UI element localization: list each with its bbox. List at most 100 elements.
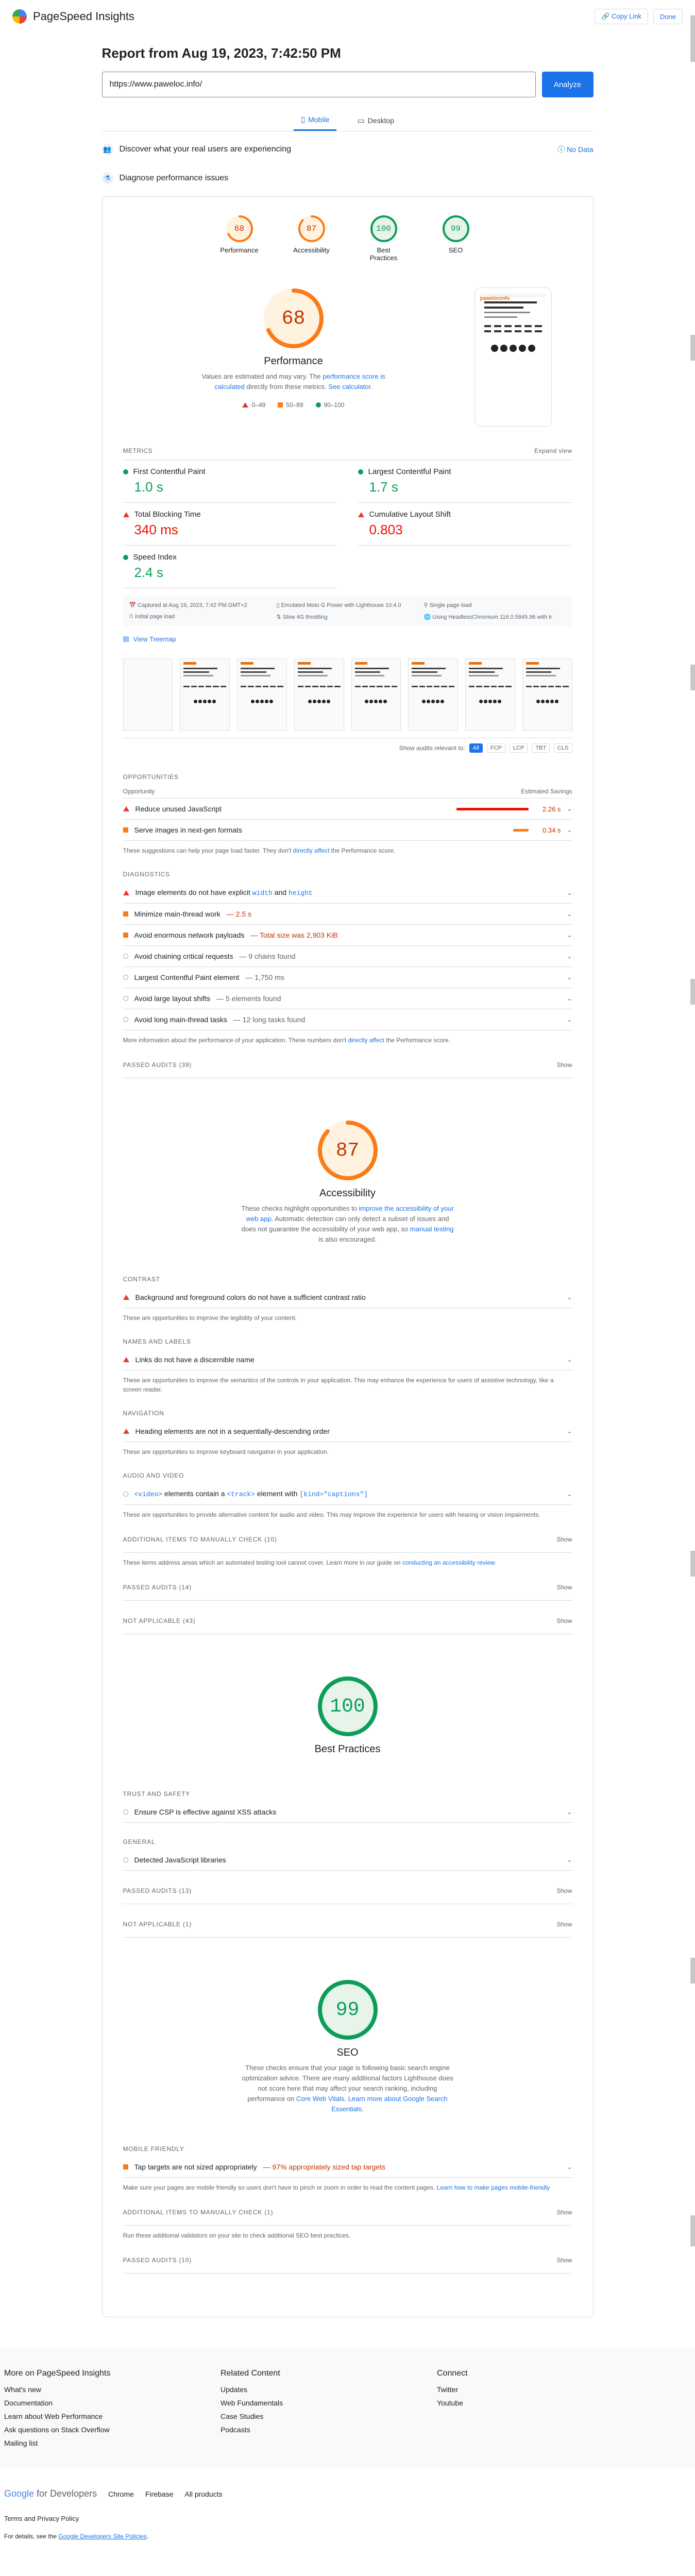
footer-bar-link[interactable]: Chrome xyxy=(108,2490,134,2498)
footer-link[interactable]: Ask questions on Stack Overflow xyxy=(4,2426,221,2434)
seo-audit-row[interactable]: Tap targets are not sized appropriately … xyxy=(123,2157,572,2178)
show-link[interactable]: Show xyxy=(556,1061,572,1069)
footer-bar-link[interactable]: All products xyxy=(184,2490,222,2498)
see-calculator-link[interactable]: See calculator. xyxy=(328,383,372,391)
show-link[interactable]: Show xyxy=(556,2257,572,2264)
scrollbar-track[interactable] xyxy=(690,15,695,62)
footer-link[interactable]: Updates xyxy=(221,2385,437,2394)
chevron-down-icon[interactable]: ⌄ xyxy=(567,1856,572,1863)
show-link[interactable]: Show xyxy=(556,1584,572,1591)
info-text: Slow 4G throttling xyxy=(282,614,328,620)
filter-chip-cls[interactable]: CLS xyxy=(554,743,572,753)
show-link[interactable]: Show xyxy=(556,1617,572,1624)
footer-link[interactable]: Youtube xyxy=(437,2399,653,2407)
not-applicable-toggle[interactable]: NOT APPLICABLE (1) Show xyxy=(123,1911,572,1938)
diagnostic-row[interactable]: Minimize main-thread work — 2.5 s ⌄ xyxy=(123,904,572,925)
directly-affect-link[interactable]: directly affect xyxy=(348,1037,384,1044)
diagnostic-row[interactable]: Avoid long main-thread tasks — 12 long t… xyxy=(123,1009,572,1030)
footer-link[interactable]: What's new xyxy=(4,2385,221,2394)
bp-audit-row[interactable]: Ensure CSP is effective against XSS atta… xyxy=(123,1802,572,1823)
chevron-down-icon[interactable]: ⌄ xyxy=(567,1808,572,1816)
tab-desktop[interactable]: ▭ Desktop xyxy=(350,110,401,131)
diagnostic-row[interactable]: Image elements do not have explicit widt… xyxy=(123,882,572,904)
show-link[interactable]: Show xyxy=(556,2209,572,2216)
a11y-audit-row[interactable]: Heading elements are not in a sequential… xyxy=(123,1421,572,1442)
directly-affect-link[interactable]: directly affect xyxy=(293,847,329,854)
footer-link[interactable]: Documentation xyxy=(4,2399,221,2407)
no-data-link[interactable]: ⓘ No Data xyxy=(557,144,593,155)
view-treemap-button[interactable]: ▤ View Treemap xyxy=(123,635,572,643)
a11y-audit-row[interactable]: Background and foreground colors do not … xyxy=(123,1287,572,1308)
passed-audits-toggle[interactable]: PASSED AUDITS (13) Show xyxy=(123,1878,572,1904)
opportunity-row[interactable]: Serve images in next-gen formats 0.34 s ⌄ xyxy=(123,820,572,841)
chevron-down-icon[interactable]: ⌄ xyxy=(567,974,572,981)
chevron-down-icon[interactable]: ⌄ xyxy=(567,805,572,812)
field-data-section[interactable]: 👥 Discover what your real users are expe… xyxy=(101,131,594,160)
show-link[interactable]: Show xyxy=(556,1536,572,1543)
chevron-down-icon[interactable]: ⌄ xyxy=(567,910,572,918)
a11y-audit-row[interactable]: <video> elements contain a <track> eleme… xyxy=(123,1483,572,1505)
footer-link[interactable]: Case Studies xyxy=(221,2412,437,2420)
accessibility-review-link[interactable]: conducting an accessibility review xyxy=(402,1559,495,1566)
footer-link[interactable]: Learn about Web Performance xyxy=(4,2412,221,2420)
passed-audits-toggle[interactable]: PASSED AUDITS (14) Show xyxy=(123,1574,572,1601)
chevron-down-icon[interactable]: ⌄ xyxy=(567,1428,572,1435)
filter-chip-lcp[interactable]: LCP xyxy=(509,743,528,753)
chevron-down-icon[interactable]: ⌄ xyxy=(567,889,572,896)
diagnose-section[interactable]: ⚗ Diagnose performance issues xyxy=(101,160,594,189)
search-essentials-link[interactable]: Learn more about Google Search Essential… xyxy=(331,2095,448,2113)
terms-link[interactable]: Terms and Privacy Policy xyxy=(4,2515,79,2522)
expand-view-toggle[interactable]: Expand view xyxy=(534,447,572,454)
footer-link[interactable]: Twitter xyxy=(437,2385,653,2394)
google-developers-logo[interactable]: Google for Developers xyxy=(4,2488,97,2499)
chevron-down-icon[interactable]: ⌄ xyxy=(567,2163,572,2171)
chevron-down-icon[interactable]: ⌄ xyxy=(567,1016,572,1023)
analyze-button[interactable]: Analyze xyxy=(541,72,594,97)
filmstrip-frame xyxy=(408,658,458,731)
footer-link[interactable]: Web Fundamentals xyxy=(221,2399,437,2407)
diagnostic-row[interactable]: Largest Contentful Paint element — 1,750… xyxy=(123,967,572,988)
manual-check-toggle[interactable]: ADDITIONAL ITEMS TO MANUALLY CHECK (1) Sh… xyxy=(123,2199,572,2226)
copy-link-button[interactable]: 🔗 Copy Link xyxy=(595,9,648,24)
opportunity-row[interactable]: Reduce unused JavaScript 2.26 s ⌄ xyxy=(123,799,572,820)
site-policies-link[interactable]: Google Developers Site Policies xyxy=(58,2533,146,2540)
footer-bar-link[interactable]: Firebase xyxy=(145,2490,173,2498)
diagnostic-row[interactable]: Avoid enormous network payloads — Total … xyxy=(123,925,572,946)
footer-link[interactable]: Podcasts xyxy=(221,2426,437,2434)
filter-chip-all[interactable]: All xyxy=(469,743,483,753)
passed-audits-toggle[interactable]: PASSED AUDITS (39) Show xyxy=(123,1052,572,1078)
diagnostic-note: — Total size was 2,903 KiB xyxy=(250,931,338,939)
score-gauges: 68 Performance 87 Accessibility 100 Best Prac… xyxy=(123,214,572,262)
a11y-audit-row[interactable]: Links do not have a discernible name ⌄ xyxy=(123,1349,572,1370)
diagnostic-row[interactable]: Avoid large layout shifts — 5 elements f… xyxy=(123,988,572,1009)
chevron-down-icon[interactable]: ⌄ xyxy=(567,1356,572,1363)
mobile-friendly-link[interactable]: Learn how to make pages mobile-friendly xyxy=(437,2184,550,2191)
score-gauge[interactable]: 87 Accessibility xyxy=(291,214,332,262)
core-web-vitals-link[interactable]: Core Web Vitals xyxy=(296,2095,344,2103)
diagnostic-row[interactable]: Avoid chaining critical requests — 9 cha… xyxy=(123,946,572,967)
footer-link[interactable]: Mailing list xyxy=(4,2439,221,2447)
bp-audit-row[interactable]: Detected JavaScript libraries ⌄ xyxy=(123,1850,572,1871)
passed-audits-toggle[interactable]: PASSED AUDITS (10) Show xyxy=(123,2247,572,2274)
done-button[interactable]: Done xyxy=(653,9,683,24)
chevron-down-icon[interactable]: ⌄ xyxy=(567,1490,572,1498)
show-link[interactable]: Show xyxy=(556,1921,572,1928)
score-gauge[interactable]: 99 SEO xyxy=(435,214,477,262)
score-gauge[interactable]: 100 Best Practices xyxy=(363,214,404,262)
show-link[interactable]: Show xyxy=(556,1887,572,1894)
url-input[interactable] xyxy=(101,72,536,97)
score-gauge[interactable]: 68 Performance xyxy=(219,214,260,262)
filter-chip-fcp[interactable]: FCP xyxy=(486,743,505,753)
tab-mobile[interactable]: ▯ Mobile xyxy=(293,110,337,131)
chevron-down-icon[interactable]: ⌄ xyxy=(567,953,572,960)
filter-chip-tbt[interactable]: TBT xyxy=(532,743,550,753)
top-bar: PageSpeed Insights 🔗 Copy Link Done xyxy=(0,0,695,33)
scrollbar-marker xyxy=(690,1958,695,1984)
chevron-down-icon[interactable]: ⌄ xyxy=(567,1294,572,1301)
chevron-down-icon[interactable]: ⌄ xyxy=(567,931,572,939)
not-applicable-toggle[interactable]: NOT APPLICABLE (43) Show xyxy=(123,1608,572,1634)
manual-testing-link[interactable]: manual testing xyxy=(410,1225,454,1233)
chevron-down-icon[interactable]: ⌄ xyxy=(567,826,572,834)
manual-check-toggle[interactable]: ADDITIONAL ITEMS TO MANUALLY CHECK (10) S… xyxy=(123,1527,572,1553)
chevron-down-icon[interactable]: ⌄ xyxy=(567,995,572,1002)
